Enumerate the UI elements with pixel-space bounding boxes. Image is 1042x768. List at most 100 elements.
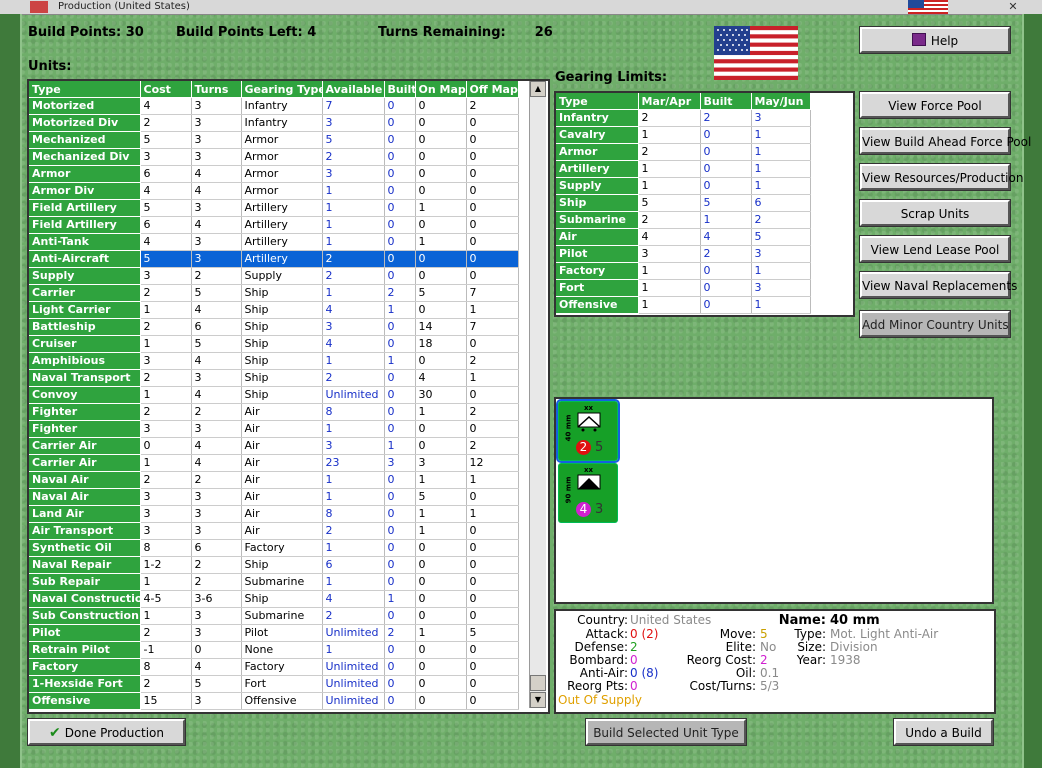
table-cell: 0 bbox=[384, 97, 416, 115]
table-row[interactable]: Mechanized 5 3 Armor 5 0 0 0 bbox=[29, 131, 519, 149]
scroll-up-button[interactable]: ▲ bbox=[530, 81, 546, 97]
table-row[interactable]: Naval Repair 1-2 2 Ship 6 0 0 0 bbox=[29, 556, 519, 574]
column-header[interactable]: On Map bbox=[415, 81, 467, 98]
table-row[interactable]: Cruiser 1 5 Ship 4 0 18 0 bbox=[29, 335, 519, 353]
column-header[interactable]: Gearing Type bbox=[241, 81, 323, 98]
table-cell: 1 bbox=[322, 216, 385, 234]
table-row[interactable]: Naval Transport 2 3 Ship 2 0 4 1 bbox=[29, 369, 519, 387]
column-header[interactable]: Built bbox=[384, 81, 416, 98]
table-row[interactable]: Supply 3 2 Supply 2 0 0 0 bbox=[29, 267, 519, 285]
table-row[interactable]: 1-Hexside Fort 2 5 Fort Unlimited 0 0 0 bbox=[29, 675, 519, 693]
column-header[interactable]: Mar/Apr bbox=[638, 93, 701, 110]
table-cell: 1 bbox=[466, 301, 519, 319]
column-header[interactable]: Type bbox=[556, 93, 639, 110]
column-header[interactable]: Off Map bbox=[466, 81, 519, 98]
undo-build-button[interactable]: Undo a Build bbox=[894, 719, 993, 745]
table-row[interactable]: Sub Construction 1 3 Submarine 2 0 0 0 bbox=[29, 607, 519, 625]
table-row[interactable]: Fighter 2 2 Air 8 0 1 2 bbox=[29, 403, 519, 421]
table-row[interactable]: Carrier Air 1 4 Air 23 3 3 12 bbox=[29, 454, 519, 472]
table-row[interactable]: Motorized Div 2 3 Infantry 3 0 0 0 bbox=[29, 114, 519, 132]
add-minor-country-button[interactable]: Add Minor Country Units bbox=[860, 311, 1010, 337]
table-row[interactable]: Armor Div 4 4 Armor 1 0 0 0 bbox=[29, 182, 519, 200]
table-cell: 3 bbox=[140, 148, 192, 166]
table-row[interactable]: Anti-Aircraft 5 3 Artillery 2 0 0 0 bbox=[29, 250, 519, 268]
view-lend-lease-button[interactable]: View Lend Lease Pool bbox=[860, 236, 1010, 262]
table-row[interactable]: Supply 1 0 1 bbox=[556, 177, 811, 195]
table-cell: 2 bbox=[638, 143, 701, 161]
column-header[interactable]: Turns bbox=[191, 81, 242, 98]
table-row[interactable]: Light Carrier 1 4 Ship 4 1 0 1 bbox=[29, 301, 519, 319]
table-row[interactable]: Naval Air 3 3 Air 1 0 5 0 bbox=[29, 488, 519, 506]
table-cell: 0 bbox=[415, 182, 467, 200]
table-row[interactable]: Motorized 4 3 Infantry 7 0 0 2 bbox=[29, 97, 519, 115]
table-row[interactable]: Convoy 1 4 Ship Unlimited 0 30 0 bbox=[29, 386, 519, 404]
column-header[interactable]: Type bbox=[29, 81, 141, 98]
unit-counter-40mm[interactable]: 40 mm xx 2 5 bbox=[556, 399, 620, 463]
table-row[interactable]: Armor 2 0 1 bbox=[556, 143, 811, 161]
table-row[interactable]: Artillery 1 0 1 bbox=[556, 160, 811, 178]
table-row[interactable]: Air Transport 3 3 Air 2 0 1 0 bbox=[29, 522, 519, 540]
view-naval-replacements-button[interactable]: View Naval Replacements bbox=[860, 272, 1017, 298]
row-type-cell: Cruiser bbox=[29, 335, 141, 353]
table-row[interactable]: Naval Air 2 2 Air 1 0 1 1 bbox=[29, 471, 519, 489]
scroll-down-button[interactable]: ▼ bbox=[530, 692, 546, 708]
row-type-cell: Supply bbox=[556, 177, 639, 195]
table-row[interactable]: Pilot 2 3 Pilot Unlimited 2 1 5 bbox=[29, 624, 519, 642]
table-row[interactable]: Factory 8 4 Factory Unlimited 0 0 0 bbox=[29, 658, 519, 676]
table-row[interactable]: Retrain Pilot -1 0 None 1 0 0 0 bbox=[29, 641, 519, 659]
table-row[interactable]: Offensive 1 0 1 bbox=[556, 296, 811, 314]
table-row[interactable]: Mechanized Div 3 3 Armor 2 0 0 0 bbox=[29, 148, 519, 166]
table-row[interactable]: Ship 5 5 6 bbox=[556, 194, 811, 212]
table-row[interactable]: Field Artillery 6 4 Artillery 1 0 0 0 bbox=[29, 216, 519, 234]
view-resources-button[interactable]: View Resources/Production bbox=[860, 164, 1023, 190]
done-production-button[interactable]: ✔ Done Production bbox=[28, 719, 185, 745]
table-cell: 3 bbox=[140, 505, 192, 523]
row-type-cell: Light Carrier bbox=[29, 301, 141, 319]
table-row[interactable]: Land Air 3 3 Air 8 0 1 1 bbox=[29, 505, 519, 523]
table-row[interactable]: Sub Repair 1 2 Submarine 1 0 0 0 bbox=[29, 573, 519, 591]
scroll-thumb[interactable] bbox=[530, 675, 546, 691]
help-button[interactable]: Help bbox=[860, 27, 1010, 53]
table-cell: 0 bbox=[466, 199, 519, 217]
build-selected-button[interactable]: Build Selected Unit Type bbox=[586, 719, 746, 745]
table-row[interactable]: Amphibious 3 4 Ship 1 1 0 2 bbox=[29, 352, 519, 370]
column-header[interactable]: May/Jun bbox=[751, 93, 811, 110]
row-type-cell: Carrier Air bbox=[29, 437, 141, 455]
table-cell: 0 bbox=[466, 590, 519, 608]
table-row[interactable]: Infantry 2 2 3 bbox=[556, 109, 811, 127]
row-type-cell: Sub Construction bbox=[29, 607, 141, 625]
column-header[interactable]: Available bbox=[322, 81, 385, 98]
unit-counter-90mm[interactable]: 90 mm xx 4 3 bbox=[558, 463, 618, 523]
counter-side-label: 90 mm bbox=[564, 476, 573, 504]
table-cell: 1 bbox=[751, 262, 811, 280]
table-row[interactable]: Submarine 2 1 2 bbox=[556, 211, 811, 229]
scrap-units-button[interactable]: Scrap Units bbox=[860, 200, 1010, 226]
table-cell: 2 bbox=[322, 522, 385, 540]
cost-turns-label: Cost/Turns: bbox=[689, 679, 756, 693]
table-row[interactable]: Armor 6 4 Armor 3 0 0 0 bbox=[29, 165, 519, 183]
table-row[interactable]: Pilot 3 2 3 bbox=[556, 245, 811, 263]
name-label: Name: bbox=[778, 613, 826, 628]
table-row[interactable]: Factory 1 0 1 bbox=[556, 262, 811, 280]
table-row[interactable]: Field Artillery 5 3 Artillery 1 0 1 0 bbox=[29, 199, 519, 217]
table-row[interactable]: Offensive 15 3 Offensive Unlimited 0 0 0 bbox=[29, 692, 519, 710]
table-row[interactable]: Cavalry 1 0 1 bbox=[556, 126, 811, 144]
table-cell: 3 bbox=[322, 437, 385, 455]
close-icon[interactable]: ✕ bbox=[1006, 0, 1020, 14]
view-force-pool-button[interactable]: View Force Pool bbox=[860, 92, 1010, 118]
row-type-cell: Mechanized bbox=[29, 131, 141, 149]
table-row[interactable]: Naval Construction 4-5 3-6 Ship 4 1 0 0 bbox=[29, 590, 519, 608]
table-row[interactable]: Carrier 2 5 Ship 1 2 5 7 bbox=[29, 284, 519, 302]
table-cell: 8 bbox=[140, 658, 192, 676]
table-row[interactable]: Fort 1 0 3 bbox=[556, 279, 811, 297]
units-scrollbar[interactable]: ▲ ▼ bbox=[529, 81, 546, 708]
column-header[interactable]: Built bbox=[700, 93, 752, 110]
column-header[interactable]: Cost bbox=[140, 81, 192, 98]
table-row[interactable]: Anti-Tank 4 3 Artillery 1 0 1 0 bbox=[29, 233, 519, 251]
table-row[interactable]: Battleship 2 6 Ship 3 0 14 7 bbox=[29, 318, 519, 336]
table-row[interactable]: Carrier Air 0 4 Air 3 1 0 2 bbox=[29, 437, 519, 455]
table-row[interactable]: Fighter 3 3 Air 1 0 0 0 bbox=[29, 420, 519, 438]
view-build-ahead-button[interactable]: View Build Ahead Force Pool bbox=[860, 128, 1031, 154]
table-row[interactable]: Air 4 4 5 bbox=[556, 228, 811, 246]
table-row[interactable]: Synthetic Oil 8 6 Factory 1 0 0 0 bbox=[29, 539, 519, 557]
